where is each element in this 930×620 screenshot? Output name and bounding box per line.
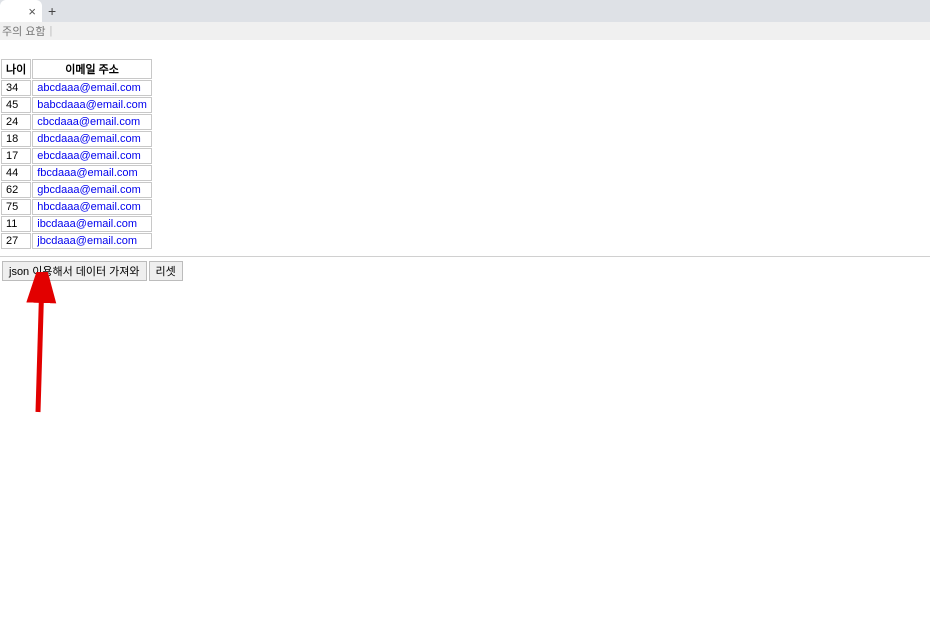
cell-age: 27 xyxy=(1,233,31,249)
cell-age: 44 xyxy=(1,165,31,181)
email-link[interactable]: cbcdaaa@email.com xyxy=(37,116,140,128)
table-row: 17 ebcdaaa@email.com xyxy=(1,148,152,164)
cell-age: 75 xyxy=(1,199,31,215)
th-age: 나이 xyxy=(1,59,31,79)
table-row: 18 dbcdaaa@email.com xyxy=(1,131,152,147)
button-row: json 이용해서 데이터 가져와 리셋 xyxy=(0,261,930,281)
cell-age: 34 xyxy=(1,80,31,96)
table-header-row: 나이 이메일 주소 xyxy=(1,59,152,79)
separator: | xyxy=(50,25,53,37)
table-row: 11 ibcdaaa@email.com xyxy=(1,216,152,232)
email-link[interactable]: ibcdaaa@email.com xyxy=(37,218,137,230)
cell-email: dbcdaaa@email.com xyxy=(32,131,152,147)
th-email: 이메일 주소 xyxy=(32,59,152,79)
cell-email: hbcdaaa@email.com xyxy=(32,199,152,215)
cell-age: 62 xyxy=(1,182,31,198)
cell-age: 18 xyxy=(1,131,31,147)
cell-age: 11 xyxy=(1,216,31,232)
table-row: 44 fbcdaaa@email.com xyxy=(1,165,152,181)
cell-email: gbcdaaa@email.com xyxy=(32,182,152,198)
fetch-button[interactable]: json 이용해서 데이터 가져와 xyxy=(2,261,147,281)
cell-email: cbcdaaa@email.com xyxy=(32,114,152,130)
data-table: 나이 이메일 주소 34 abcdaaa@email.com 45 babcdaaa@… xyxy=(0,58,153,250)
address-bar: 주의 요함 | xyxy=(0,22,930,40)
table-row: 45 babcdaaa@email.com xyxy=(1,97,152,113)
email-link[interactable]: fbcdaaa@email.com xyxy=(37,167,137,179)
cell-email: ebcdaaa@email.com xyxy=(32,148,152,164)
security-warning: 주의 요함 xyxy=(2,23,46,39)
tab-bar: × + xyxy=(0,0,930,22)
cell-age: 45 xyxy=(1,97,31,113)
cell-email: fbcdaaa@email.com xyxy=(32,165,152,181)
email-link[interactable]: ebcdaaa@email.com xyxy=(37,150,141,162)
cell-age: 24 xyxy=(1,114,31,130)
email-link[interactable]: dbcdaaa@email.com xyxy=(37,133,141,145)
email-link[interactable]: gbcdaaa@email.com xyxy=(37,184,141,196)
email-link[interactable]: babcdaaa@email.com xyxy=(37,99,147,111)
divider xyxy=(0,256,930,257)
cell-email: ibcdaaa@email.com xyxy=(32,216,152,232)
table-row: 75 hbcdaaa@email.com xyxy=(1,199,152,215)
reset-button[interactable]: 리셋 xyxy=(149,261,183,281)
newtab-icon[interactable]: + xyxy=(48,3,56,19)
table-row: 62 gbcdaaa@email.com xyxy=(1,182,152,198)
annotation-arrow xyxy=(20,272,60,422)
table-row: 24 cbcdaaa@email.com xyxy=(1,114,152,130)
email-link[interactable]: hbcdaaa@email.com xyxy=(37,201,141,213)
cell-email: jbcdaaa@email.com xyxy=(32,233,152,249)
email-link[interactable]: abcdaaa@email.com xyxy=(37,82,141,94)
table-row: 34 abcdaaa@email.com xyxy=(1,80,152,96)
browser-tab[interactable]: × xyxy=(0,0,42,22)
cell-email: babcdaaa@email.com xyxy=(32,97,152,113)
email-link[interactable]: jbcdaaa@email.com xyxy=(37,235,137,247)
page-content: 나이 이메일 주소 34 abcdaaa@email.com 45 babcdaaa@… xyxy=(0,40,930,281)
cell-age: 17 xyxy=(1,148,31,164)
close-icon[interactable]: × xyxy=(28,4,36,19)
cell-email: abcdaaa@email.com xyxy=(32,80,152,96)
table-row: 27 jbcdaaa@email.com xyxy=(1,233,152,249)
